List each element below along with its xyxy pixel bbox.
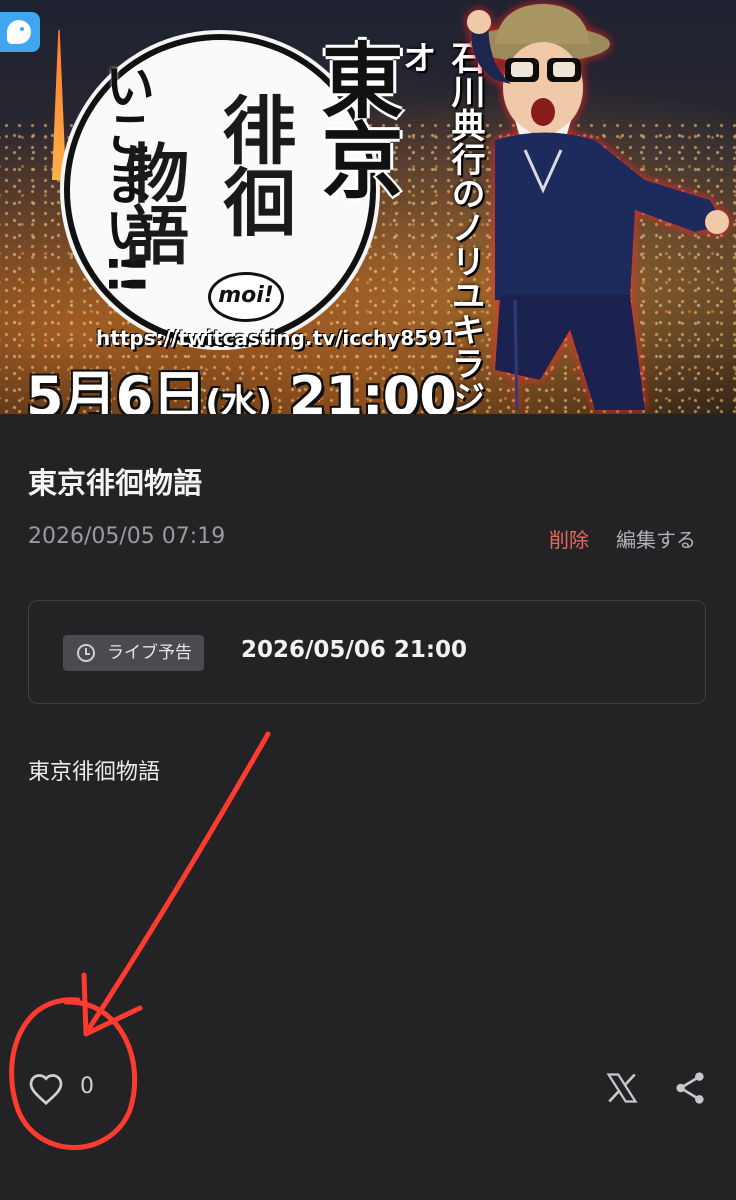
post-body: 東京徘徊物語 bbox=[28, 760, 161, 785]
banner-date: 5月6日(水) 21:00 bbox=[26, 352, 457, 414]
delete-button[interactable]: 削除 bbox=[549, 524, 589, 553]
live-preview-badge: ライブ予告 bbox=[63, 635, 204, 671]
like-count: 0 bbox=[80, 1074, 94, 1099]
post-meta-row: 2026/05/05 07:19 削除 編集する bbox=[28, 524, 698, 554]
live-preview-label: ライブ予告 bbox=[107, 643, 192, 663]
share-icon bbox=[676, 1072, 704, 1104]
hero-banner-image: いこまい!! 物語 徘徊 東京 石川典行のノリユキラジオ moi! https:… bbox=[0, 0, 736, 414]
edit-button[interactable]: 編集する bbox=[616, 524, 696, 553]
bird-eye-shape bbox=[20, 27, 24, 31]
banner-title-haikai: 徘徊 bbox=[210, 92, 296, 236]
x-share-button[interactable] bbox=[604, 1070, 640, 1106]
post-date: 2026/05/05 07:19 bbox=[28, 524, 226, 549]
live-schedule-time: 2026/05/06 21:00 bbox=[241, 637, 468, 663]
banner-moi-bubble: moi! bbox=[208, 272, 284, 322]
heart-icon bbox=[29, 1074, 63, 1106]
share-button[interactable] bbox=[674, 1070, 706, 1106]
like-button[interactable]: 0 bbox=[28, 1068, 108, 1112]
bird-shape bbox=[7, 20, 31, 44]
x-logo-icon bbox=[606, 1073, 638, 1103]
person-illustration bbox=[467, 4, 729, 411]
banner-date-weekday: (水) bbox=[205, 383, 272, 414]
live-schedule-card: ライブ予告 2026/05/06 21:00 bbox=[28, 600, 706, 704]
tokyo-tower-shape bbox=[52, 30, 66, 180]
annotation-arrowhead bbox=[81, 972, 143, 1037]
clock-icon bbox=[77, 644, 95, 662]
banner-date-time: 21:00 bbox=[288, 365, 457, 414]
banner-url: https://twitcasting.tv/icchy8591 bbox=[96, 326, 456, 350]
banner-title-monogatari: 物語 bbox=[114, 140, 188, 264]
twitcasting-logo-icon bbox=[0, 12, 40, 52]
banner-date-main: 5月6日 bbox=[26, 365, 206, 414]
post-title: 東京徘徊物語 bbox=[28, 466, 203, 500]
